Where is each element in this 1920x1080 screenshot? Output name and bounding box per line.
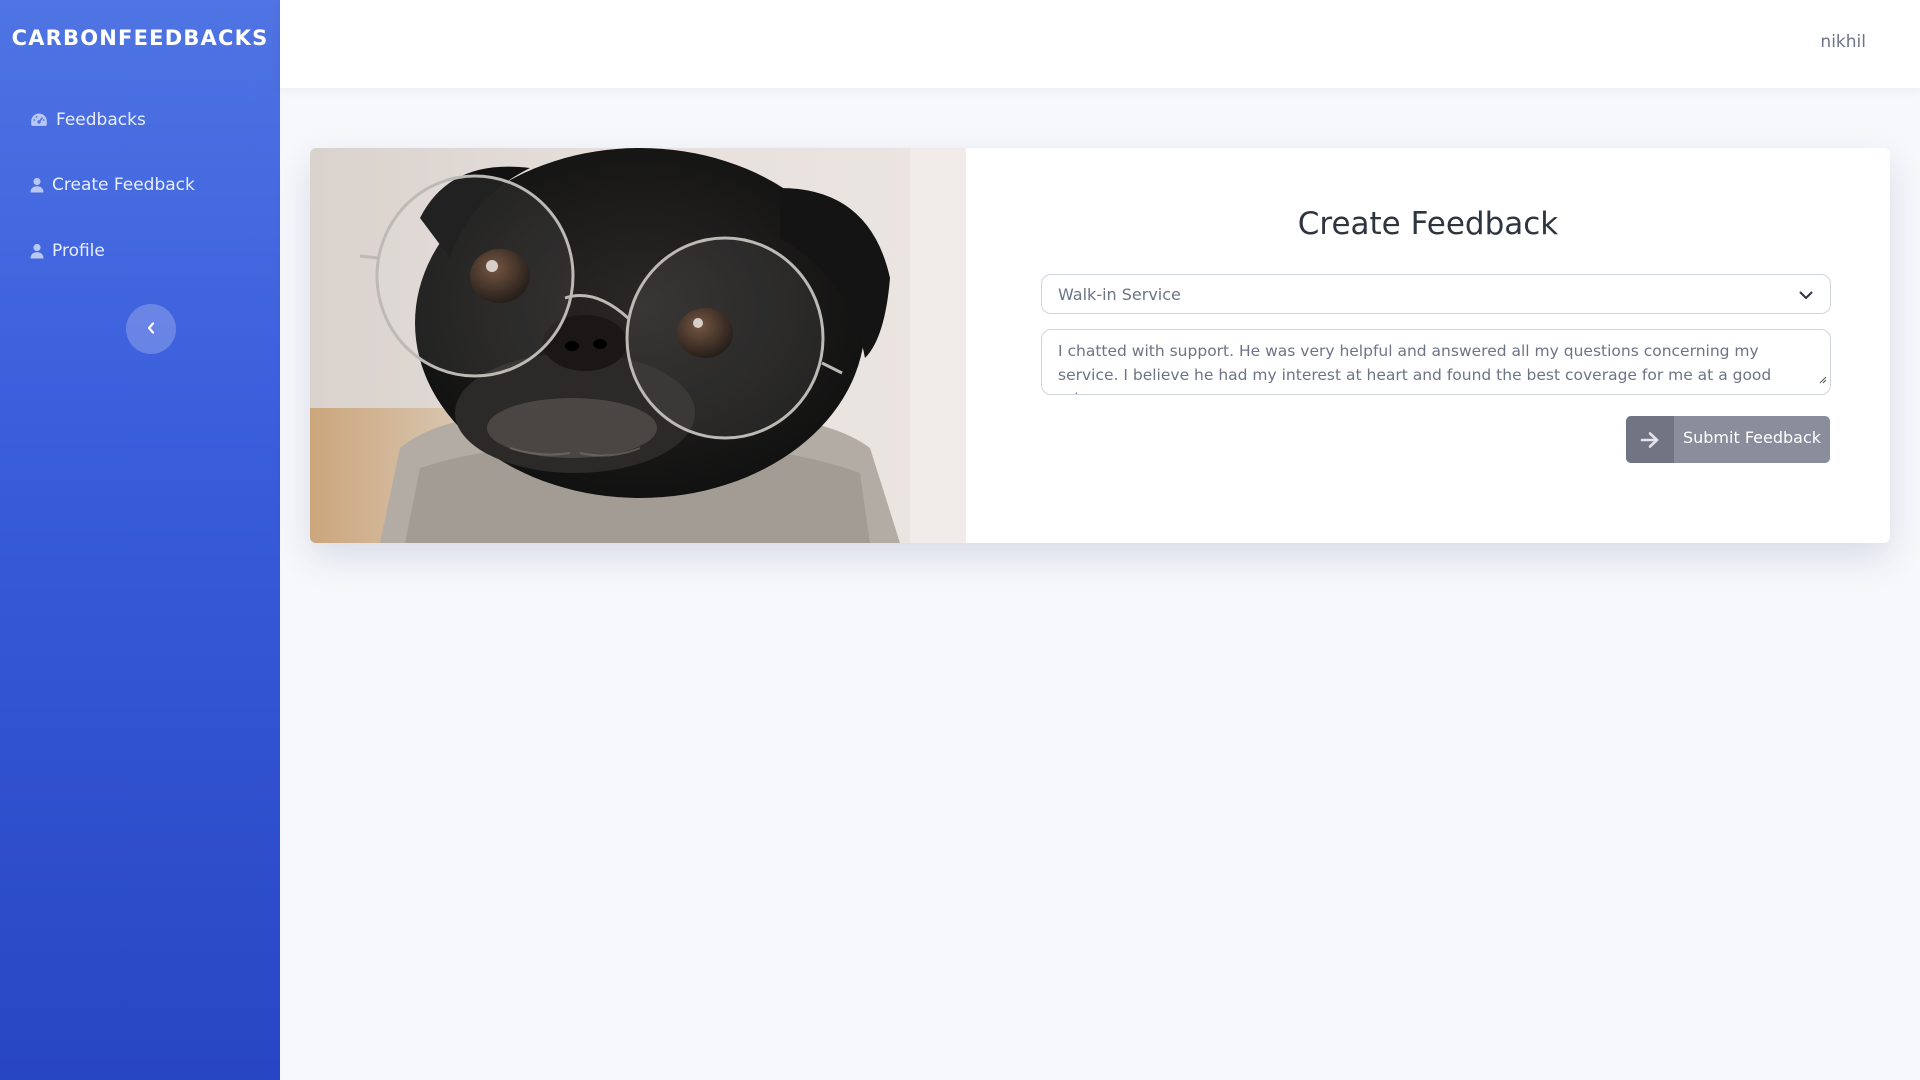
feedback-form: Create Feedback Walk-in Service I chatte… <box>966 148 1890 543</box>
feedback-text: I chatted with support. He was very help… <box>1058 342 1772 394</box>
category-select-value: Walk-in Service <box>1058 284 1181 304</box>
sidebar-item-create-feedback[interactable]: Create Feedback <box>30 168 195 202</box>
sidebar-item-feedbacks[interactable]: Feedbacks <box>30 103 146 137</box>
sidebar-collapse-button[interactable] <box>126 304 176 354</box>
brand-logo-text[interactable]: CARBONFEEDBACKS <box>0 26 280 50</box>
user-icon <box>30 177 44 193</box>
user-menu[interactable]: nikhil <box>1820 32 1866 52</box>
user-icon <box>30 243 44 259</box>
submit-feedback-button[interactable]: Submit Feedback <box>1626 416 1830 463</box>
feedback-textarea[interactable]: I chatted with support. He was very help… <box>1041 329 1831 395</box>
sidebar: CARBONFEEDBACKS Feedbacks Create Feedbac… <box>0 0 280 1080</box>
chevron-left-icon <box>146 320 156 339</box>
dashboard-gauge-icon <box>30 112 48 128</box>
arrow-right-icon <box>1626 416 1674 463</box>
sidebar-item-profile[interactable]: Profile <box>30 234 105 268</box>
create-feedback-card: Create Feedback Walk-in Service I chatte… <box>310 148 1890 543</box>
page-title: Create Feedback <box>1297 206 1559 242</box>
category-select[interactable]: Walk-in Service <box>1041 274 1831 314</box>
resize-grip-icon[interactable] <box>1818 367 1827 391</box>
sidebar-item-label: Feedbacks <box>56 110 146 130</box>
sidebar-item-label: Create Feedback <box>52 175 195 195</box>
chevron-down-icon <box>1798 287 1814 306</box>
submit-button-label: Submit Feedback <box>1682 428 1822 447</box>
top-navbar: nikhil <box>280 0 1920 88</box>
pug-with-glasses-photo <box>310 148 966 543</box>
sidebar-item-label: Profile <box>52 241 105 261</box>
